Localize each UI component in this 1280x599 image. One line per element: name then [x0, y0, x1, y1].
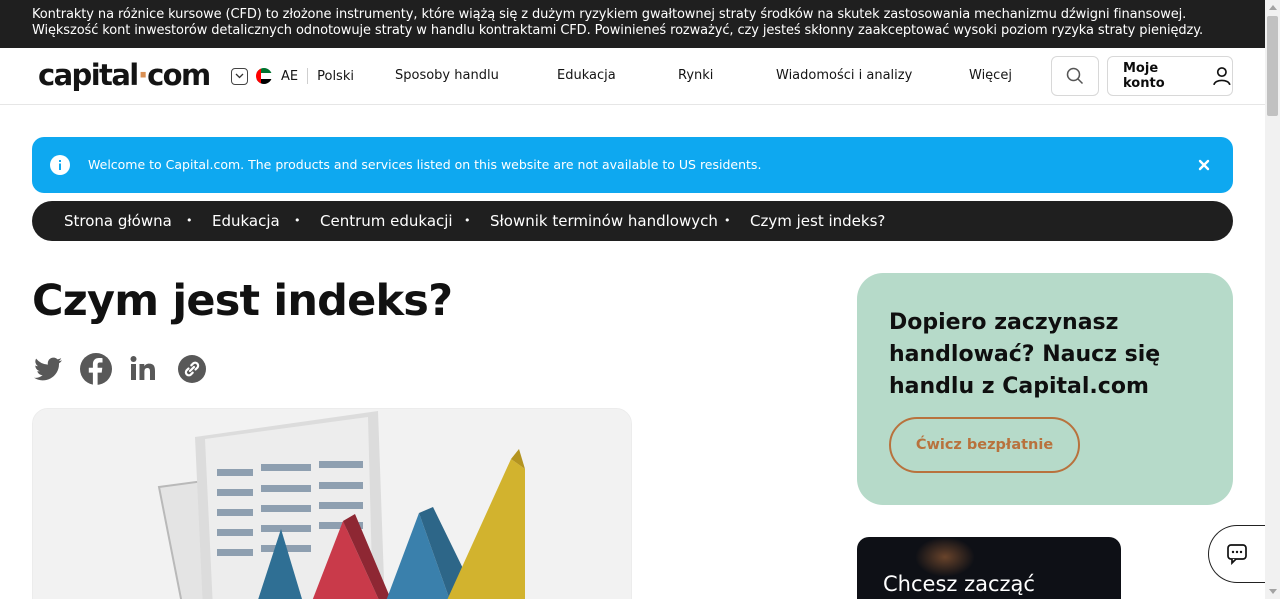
- risk-warning-banner: Kontrakty na różnice kursowe (CFD) to zł…: [0, 0, 1265, 48]
- us-residents-notice: Welcome to Capital.com. The products and…: [32, 137, 1233, 193]
- breadcrumb-home[interactable]: Strona główna: [64, 212, 172, 230]
- nav-ways-to-trade[interactable]: Sposoby handlu: [395, 68, 499, 83]
- region-code: AE: [281, 68, 299, 84]
- language-label[interactable]: Polski: [317, 69, 354, 84]
- locale-divider: [307, 68, 309, 84]
- twitter-icon[interactable]: [32, 353, 64, 385]
- start-trading-card-title: Chcesz zacząć: [883, 572, 1035, 596]
- search-icon: [1066, 67, 1084, 85]
- nav-news-analysis[interactable]: Wiadomości i analizy: [776, 68, 912, 83]
- linkedin-icon[interactable]: [128, 353, 160, 385]
- chevron-down-icon[interactable]: [231, 67, 248, 85]
- nav-education[interactable]: Edukacja: [557, 68, 616, 83]
- breadcrumb-glossary[interactable]: Słownik terminów handlowych: [490, 212, 718, 230]
- page-title: Czym jest indeks?: [32, 276, 453, 326]
- scroll-down-arrow-icon[interactable]: [1269, 589, 1277, 594]
- breadcrumb-separator: •: [464, 214, 471, 227]
- start-trading-card: Chcesz zacząć: [857, 537, 1121, 599]
- card-glow: [915, 537, 975, 577]
- chat-icon: [1227, 544, 1247, 565]
- search-button[interactable]: [1051, 56, 1099, 96]
- breadcrumb-current: Czym jest indeks?: [750, 212, 886, 230]
- close-icon[interactable]: [1196, 157, 1212, 173]
- breadcrumb-separator: •: [186, 214, 193, 227]
- nav-more[interactable]: Więcej: [969, 68, 1012, 83]
- article-hero-image: [32, 408, 632, 599]
- nav-markets[interactable]: Rynki: [678, 68, 713, 83]
- locale-selector[interactable]: AE Polski: [231, 67, 354, 85]
- site-header: capital·com AE Polski Sposoby handlu Edu…: [0, 48, 1265, 105]
- notice-message: Welcome to Capital.com. The products and…: [88, 157, 762, 172]
- capital-com-logo[interactable]: capital·com: [38, 58, 211, 92]
- practice-free-button[interactable]: Ćwicz bezpłatnie: [889, 417, 1080, 473]
- page-scrollbar[interactable]: [1265, 0, 1280, 599]
- user-icon: [1213, 67, 1231, 86]
- facebook-icon[interactable]: [80, 353, 112, 385]
- risk-warning-text: Kontrakty na różnice kursowe (CFD) to zł…: [32, 7, 1204, 38]
- my-account-label: Moje konto: [1123, 61, 1165, 91]
- promo-title: Dopiero zaczynasz handlować? Naucz się h…: [889, 310, 1161, 399]
- breadcrumb-separator: •: [294, 214, 301, 227]
- uae-flag-icon: [256, 68, 272, 84]
- my-account-button[interactable]: Moje konto: [1107, 56, 1233, 96]
- info-icon: [50, 155, 70, 175]
- scroll-up-arrow-icon[interactable]: [1269, 5, 1277, 10]
- chat-button[interactable]: [1208, 525, 1265, 583]
- breadcrumb-learning-center[interactable]: Centrum edukacji: [320, 212, 453, 230]
- scrollbar-thumb[interactable]: [1267, 16, 1278, 116]
- learn-trading-promo-card: Dopiero zaczynasz handlować? Naucz się h…: [857, 273, 1233, 505]
- breadcrumb: Strona główna • Edukacja • Centrum eduka…: [32, 201, 1233, 241]
- copy-link-icon[interactable]: [176, 353, 208, 385]
- breadcrumb-education[interactable]: Edukacja: [212, 212, 280, 230]
- breadcrumb-separator: •: [724, 214, 731, 227]
